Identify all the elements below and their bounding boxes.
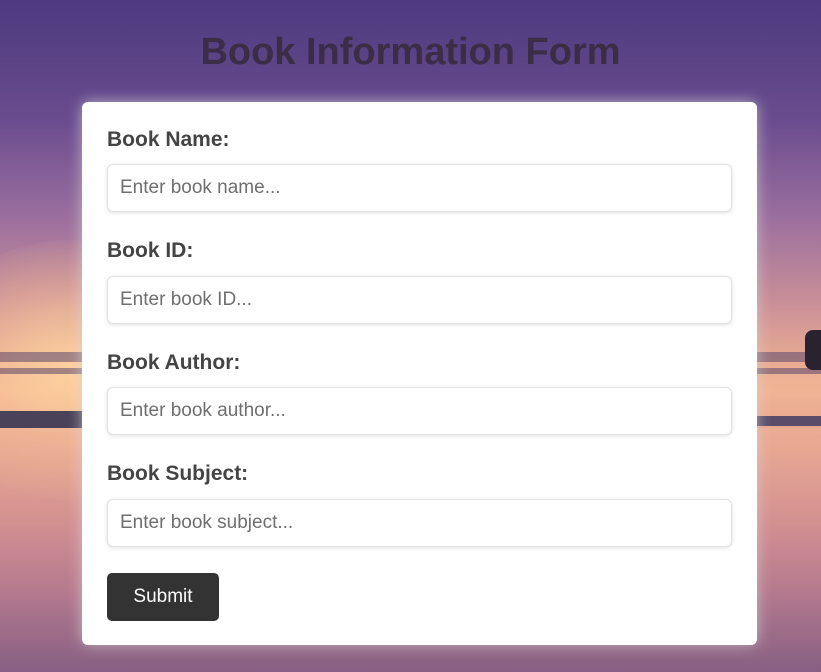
book-name-label: Book Name: xyxy=(107,128,230,151)
book-author-label: Book Author: xyxy=(107,351,241,374)
shoreline-right xyxy=(751,416,821,426)
book-information-form: Book Name: Book ID: Book Author: Book Su… xyxy=(82,102,757,645)
book-id-input[interactable] xyxy=(107,276,732,324)
shoreline-left xyxy=(0,411,90,428)
submit-button[interactable]: Submit xyxy=(107,573,219,621)
page-title: Book Information Form xyxy=(200,31,621,73)
book-name-input[interactable] xyxy=(107,164,732,212)
book-author-input[interactable] xyxy=(107,387,732,435)
tree-silhouette xyxy=(805,330,821,370)
book-id-label: Book ID: xyxy=(107,239,194,262)
book-subject-input[interactable] xyxy=(107,499,732,547)
book-subject-label: Book Subject: xyxy=(107,462,249,485)
